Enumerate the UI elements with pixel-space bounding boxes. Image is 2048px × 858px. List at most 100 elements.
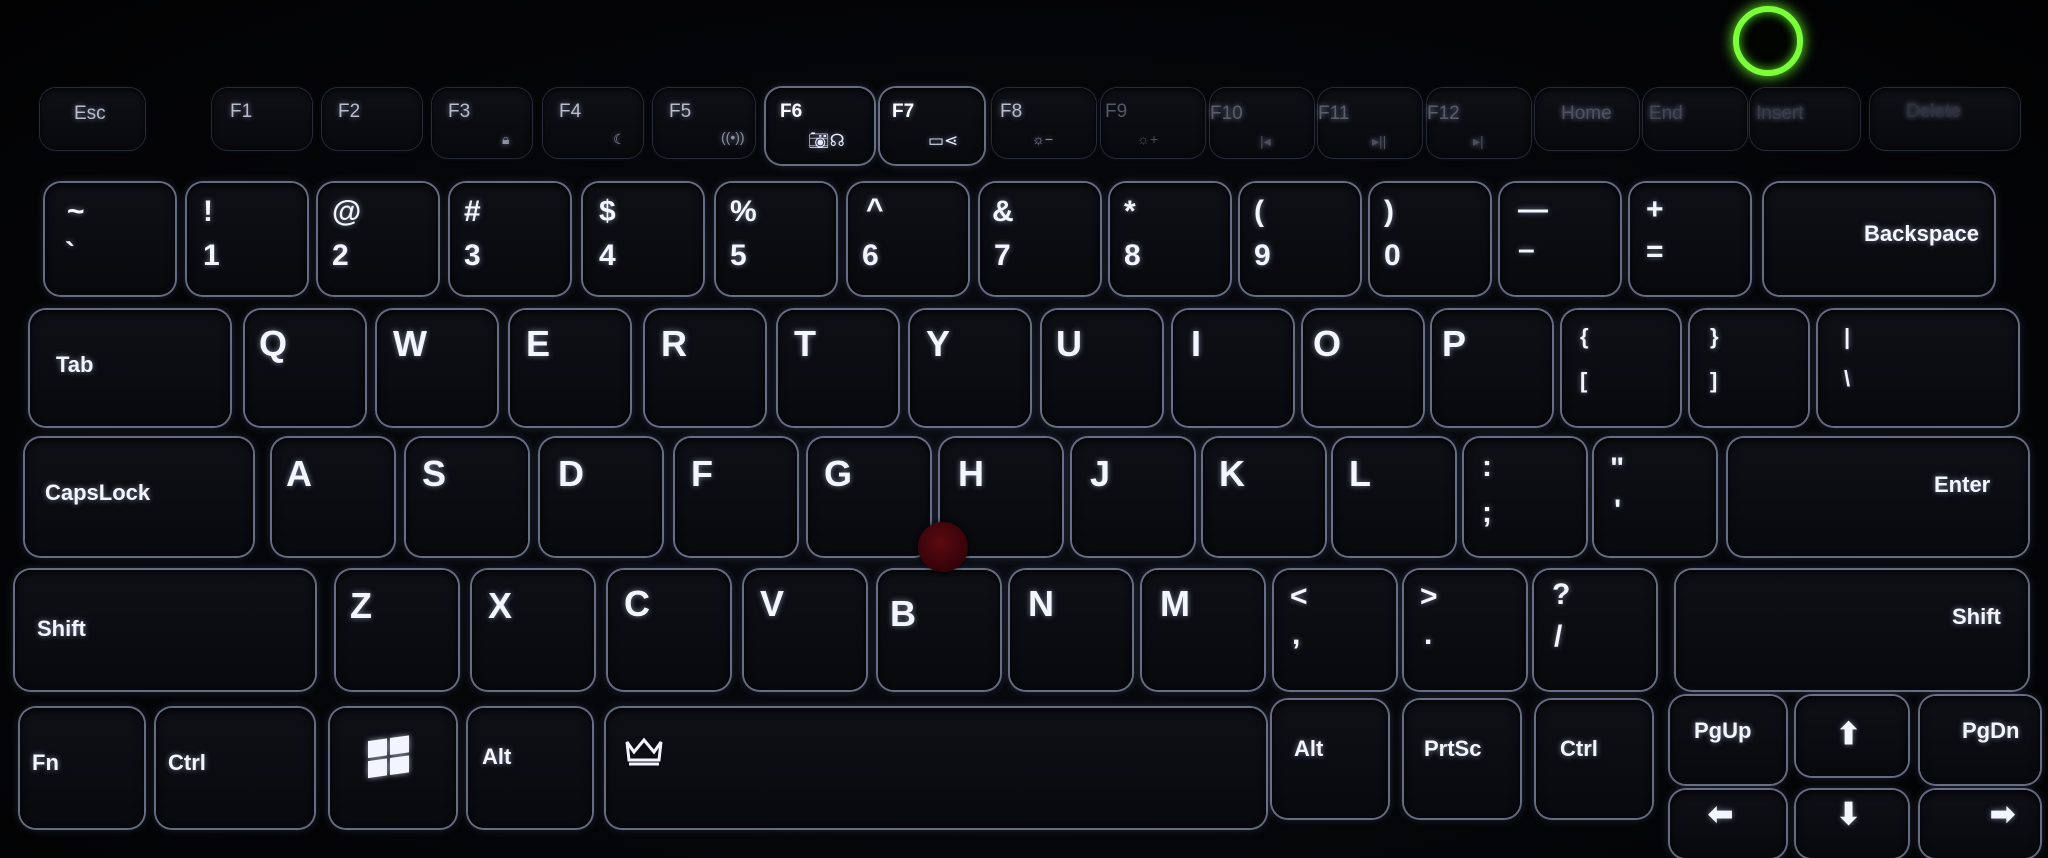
key-shift-right[interactable]: Shift: [1676, 570, 2028, 690]
key-f6[interactable]: F6 📷︎☊: [766, 88, 874, 164]
key-u[interactable]: U: [1042, 310, 1162, 426]
key-f11[interactable]: F11 ▸||: [1318, 88, 1422, 158]
key-comma[interactable]: < ,: [1274, 570, 1396, 690]
key-label: F2: [338, 101, 361, 122]
key-top-label: +: [1646, 193, 1664, 226]
key-label: Y: [926, 323, 951, 364]
key-f8[interactable]: F8 ☼−: [992, 88, 1096, 158]
key-t[interactable]: T: [778, 310, 898, 426]
key-enter[interactable]: Enter: [1728, 438, 2028, 556]
key-end[interactable]: End: [1643, 88, 1747, 150]
key-pgdn[interactable]: PgDn: [1920, 696, 2040, 784]
key-label: U: [1056, 323, 1082, 364]
key-p[interactable]: P: [1432, 310, 1552, 426]
key-delete[interactable]: Delete: [1870, 88, 2020, 150]
key-f3[interactable]: F3 🔒︎: [432, 88, 532, 158]
key-x[interactable]: X: [472, 570, 594, 690]
key-9[interactable]: ( 9: [1240, 183, 1360, 295]
key-pgup[interactable]: PgUp: [1670, 696, 1786, 784]
key-period[interactable]: > .: [1404, 570, 1526, 690]
key-bottom-label: ': [1614, 494, 1622, 527]
key-label: W: [393, 323, 427, 364]
key-minus[interactable]: — –: [1500, 183, 1620, 295]
key-f10[interactable]: F10 |◂: [1210, 88, 1314, 158]
key-3[interactable]: # 3: [450, 183, 570, 295]
power-button-icon[interactable]: [1733, 6, 1803, 76]
key-alt-left[interactable]: Alt: [468, 708, 592, 828]
key-slash[interactable]: ? /: [1534, 570, 1656, 690]
key-f7[interactable]: F7 ▭⋖: [880, 88, 984, 164]
key-label: F9: [1105, 101, 1128, 122]
key-backtick[interactable]: ~ `: [45, 183, 175, 295]
key-space[interactable]: [606, 708, 1266, 828]
key-arrow-right[interactable]: ➡︎: [1920, 790, 2040, 858]
key-right-bracket[interactable]: } ]: [1690, 310, 1808, 426]
up-arrow-icon: ⬆︎: [1836, 718, 1862, 751]
key-b[interactable]: B: [878, 570, 1000, 690]
key-label: B: [890, 593, 916, 634]
key-fn[interactable]: Fn: [20, 708, 144, 828]
key-5[interactable]: % 5: [716, 183, 836, 295]
key-l[interactable]: L: [1333, 438, 1455, 556]
key-4[interactable]: $ 4: [583, 183, 703, 295]
key-home[interactable]: Home: [1535, 88, 1639, 150]
key-f12[interactable]: F12 ▸|: [1427, 88, 1531, 158]
key-y[interactable]: Y: [910, 310, 1030, 426]
key-o[interactable]: O: [1303, 310, 1423, 426]
key-backslash[interactable]: | \: [1818, 310, 2018, 426]
key-c[interactable]: C: [608, 570, 730, 690]
key-w[interactable]: W: [377, 310, 497, 426]
key-7[interactable]: & 7: [980, 183, 1100, 295]
key-ctrl-right[interactable]: Ctrl: [1536, 700, 1652, 818]
key-arrow-down[interactable]: ⬇︎: [1796, 790, 1908, 858]
key-r[interactable]: R: [645, 310, 765, 426]
key-equals[interactable]: + =: [1630, 183, 1750, 295]
key-d[interactable]: D: [540, 438, 662, 556]
key-q[interactable]: Q: [245, 310, 365, 426]
key-top-label: ^: [866, 193, 884, 226]
key-alt-right[interactable]: Alt: [1272, 700, 1388, 818]
brightness-down-icon: ☼−: [1032, 131, 1054, 147]
key-n[interactable]: N: [1010, 570, 1132, 690]
key-tab[interactable]: Tab: [30, 310, 230, 426]
key-8[interactable]: * 8: [1110, 183, 1230, 295]
key-esc[interactable]: Esc: [40, 88, 145, 150]
key-s[interactable]: S: [406, 438, 528, 556]
play-pause-icon: ▸||: [1372, 133, 1387, 149]
key-quote[interactable]: " ': [1594, 438, 1716, 556]
key-6[interactable]: ^ 6: [848, 183, 968, 295]
key-semicolon[interactable]: : ;: [1464, 438, 1586, 556]
key-i[interactable]: I: [1173, 310, 1293, 426]
key-0[interactable]: ) 0: [1370, 183, 1490, 295]
key-f1[interactable]: F1: [212, 88, 312, 150]
moon-icon: ☾: [613, 131, 626, 147]
key-arrow-up[interactable]: ⬆︎: [1796, 696, 1908, 776]
key-e[interactable]: E: [510, 310, 630, 426]
key-j[interactable]: J: [1072, 438, 1194, 556]
key-f9[interactable]: F9 ☼+: [1101, 88, 1205, 158]
key-f2[interactable]: F2: [322, 88, 422, 150]
key-f5[interactable]: F5 ((•)): [653, 88, 755, 158]
trackpoint-nub[interactable]: [918, 522, 968, 572]
key-arrow-left[interactable]: ⬅︎: [1670, 790, 1786, 858]
key-windows[interactable]: [330, 708, 456, 828]
key-a[interactable]: A: [272, 438, 394, 556]
key-left-bracket[interactable]: { [: [1562, 310, 1680, 426]
key-g[interactable]: G: [808, 438, 930, 556]
key-insert[interactable]: Insert: [1750, 88, 1860, 150]
key-k[interactable]: K: [1203, 438, 1325, 556]
key-z[interactable]: Z: [336, 570, 458, 690]
key-bottom-label: `: [65, 237, 75, 270]
key-f4[interactable]: F4 ☾: [543, 88, 643, 158]
key-capslock[interactable]: CapsLock: [25, 438, 253, 556]
keyboard: Esc F1 F2 F3 🔒︎ F4 ☾ F5 ((•)) F6 📷︎☊ F7 …: [0, 0, 2048, 858]
key-shift-left[interactable]: Shift: [15, 570, 315, 690]
key-ctrl-left[interactable]: Ctrl: [156, 708, 314, 828]
key-1[interactable]: ! 1: [187, 183, 307, 295]
key-2[interactable]: @ 2: [318, 183, 438, 295]
key-backspace[interactable]: Backspace: [1764, 183, 1994, 295]
key-f[interactable]: F: [675, 438, 797, 556]
key-m[interactable]: M: [1142, 570, 1264, 690]
key-v[interactable]: V: [744, 570, 866, 690]
key-prtsc[interactable]: PrtSc: [1404, 700, 1520, 818]
